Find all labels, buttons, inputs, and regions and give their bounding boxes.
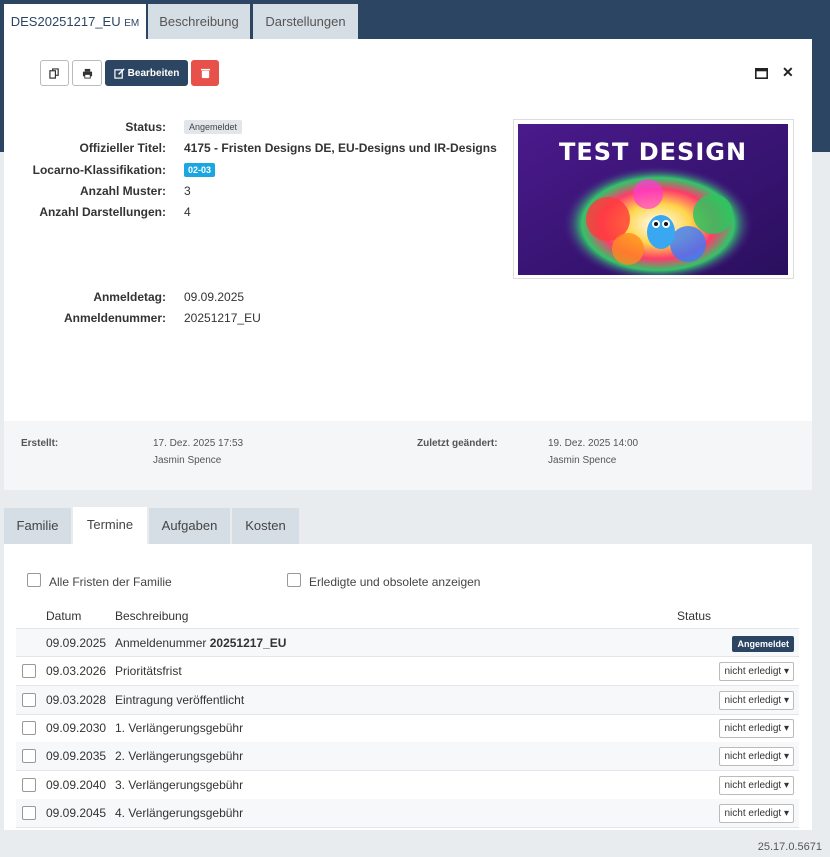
row-checkbox[interactable] [22,693,36,707]
show-done-label: Erledigte und obsolete anzeigen [309,575,481,589]
caret-down-icon: ▾ [783,666,789,677]
all-family-checkbox[interactable] [27,573,41,587]
locarno-badge: 02-03 [184,163,216,177]
title-label: Offizieller Titel: [79,141,166,155]
row-status-dropdown[interactable]: nicht erledigt ▾ [719,719,794,738]
table-row: 09.09.2030 1. Verlängerungsgebühr nicht … [16,714,799,743]
tab-record[interactable]: DES20251217_EU EM [4,4,146,39]
filing-date-value: 09.09.2025 [184,290,245,304]
col-date-header[interactable]: Datum [46,609,81,623]
reps-label: Anzahl Darstellungen: [39,205,166,219]
row-status-text: nicht erledigt [724,695,782,706]
table-row: 09.09.2025 Anmeldenummer 20251217_EU Ang… [16,628,799,657]
tab-aufgaben[interactable]: Aufgaben [149,508,230,544]
reps-value: 4 [184,205,191,219]
copy-icon [49,67,59,79]
row-status-dropdown[interactable]: nicht erledigt ▾ [719,776,794,795]
close-icon[interactable]: ✕ [782,64,794,81]
filing-no-value: 20251217_EU [184,311,261,325]
count-value: 3 [184,184,191,198]
row-status-badge: Angemeldet [732,636,794,652]
tab-familie[interactable]: Familie [4,508,71,544]
row-status-dropdown[interactable]: nicht erledigt ▾ [719,804,794,823]
row-desc: Prioritätsfrist [115,664,182,678]
row-date: 09.09.2030 [46,721,107,735]
copy-button[interactable] [40,60,69,86]
table-row: 09.09.2035 2. Verlängerungsgebühr nicht … [16,742,799,771]
row-status-text: nicht erledigt [724,808,782,819]
title-value: 4175 - Fristen Designs DE, EU-Designs un… [184,141,497,155]
row-status-dropdown[interactable]: nicht erledigt ▾ [719,747,794,766]
row-desc: 3. Verlängerungsgebühr [115,778,244,792]
trash-icon [200,68,210,78]
caret-down-icon: ▾ [783,751,789,762]
row-status-text: nicht erledigt [724,751,782,762]
count-label: Anzahl Muster: [79,184,166,198]
version-label: 25.17.0.5671 [757,841,822,853]
caret-down-icon: ▾ [783,808,789,819]
maximize-icon[interactable] [755,66,768,82]
tab-record-label: DES20251217_EU [10,14,121,29]
table-row: 09.03.2026 Prioritätsfrist nicht erledig… [16,657,799,686]
row-date: 09.09.2025 [46,636,107,650]
row-desc: 4. Verlängerungsgebühr [115,806,244,820]
row-date: 09.03.2028 [46,693,107,707]
design-image-caption: TEST DESIGN [558,138,748,166]
filing-date-label: Anmeldetag: [93,290,166,304]
table-row: 09.09.2040 3. Verlängerungsgebühr nicht … [16,771,799,800]
design-image[interactable]: TEST DESIGN [518,124,788,275]
row-desc: 1. Verlängerungsgebühr [115,721,244,735]
filing-no-label: Anmeldenummer: [63,311,166,325]
caret-down-icon: ▾ [783,780,789,791]
row-status-text: nicht erledigt [724,723,782,734]
delete-button[interactable] [191,60,219,86]
row-status-dropdown[interactable]: nicht erledigt ▾ [719,662,794,681]
audit-bar [4,421,812,490]
row-date: 09.09.2045 [46,806,107,820]
table-row: 09.03.2028 Eintragung veröffentlicht nic… [16,686,799,715]
tab-record-suffix: EM [124,18,140,29]
row-checkbox[interactable] [22,664,36,678]
col-desc-header[interactable]: Beschreibung [115,609,188,623]
tab-termine[interactable]: Termine [73,507,147,544]
tab-darstellungen[interactable]: Darstellungen [253,4,358,39]
print-icon [82,68,92,79]
modified-by: Jasmin Spence [548,455,617,466]
row-checkbox[interactable] [22,778,36,792]
row-status-dropdown[interactable]: nicht erledigt ▾ [719,691,794,710]
row-status-text: nicht erledigt [724,780,782,791]
row-date: 09.09.2035 [46,749,107,763]
row-checkbox[interactable] [22,721,36,735]
edit-button-label: Bearbeiten [127,67,180,79]
created-date: 17. Dez. 2025 17:53 [153,438,244,449]
row-date: 09.09.2040 [46,778,107,792]
row-desc: 2. Verlängerungsgebühr [115,749,244,763]
edit-icon [113,67,125,79]
row-desc-text: Anmeldenummer [115,636,207,650]
row-checkbox[interactable] [22,749,36,763]
all-family-label: Alle Fristen der Familie [49,575,172,589]
row-desc: Anmeldenummer 20251217_EU [115,636,286,650]
created-by: Jasmin Spence [153,455,222,466]
modified-label: Zuletzt geändert: [417,438,498,449]
caret-down-icon: ▾ [783,723,789,734]
row-checkbox[interactable] [22,806,36,820]
locarno-label: Locarno-Klassifikation: [32,163,166,177]
tab-kosten[interactable]: Kosten [232,508,299,544]
status-label: Status: [125,120,166,134]
edit-button[interactable]: Bearbeiten [105,60,188,86]
caret-down-icon: ▾ [783,695,789,706]
show-done-checkbox[interactable] [287,573,301,587]
tab-beschreibung[interactable]: Beschreibung [148,4,250,39]
modified-date: 19. Dez. 2025 14:00 [548,438,639,449]
col-status-header[interactable]: Status [677,609,711,623]
row-desc: Eintragung veröffentlicht [115,693,245,707]
created-label: Erstellt: [21,438,59,449]
print-button[interactable] [72,60,102,86]
table-row: 09.09.2045 4. Verlängerungsgebühr nicht … [16,799,799,828]
row-date: 09.03.2026 [46,664,107,678]
status-badge: Angemeldet [184,120,243,134]
row-desc-number: 20251217_EU [209,636,287,650]
row-status-text: nicht erledigt [724,666,782,677]
